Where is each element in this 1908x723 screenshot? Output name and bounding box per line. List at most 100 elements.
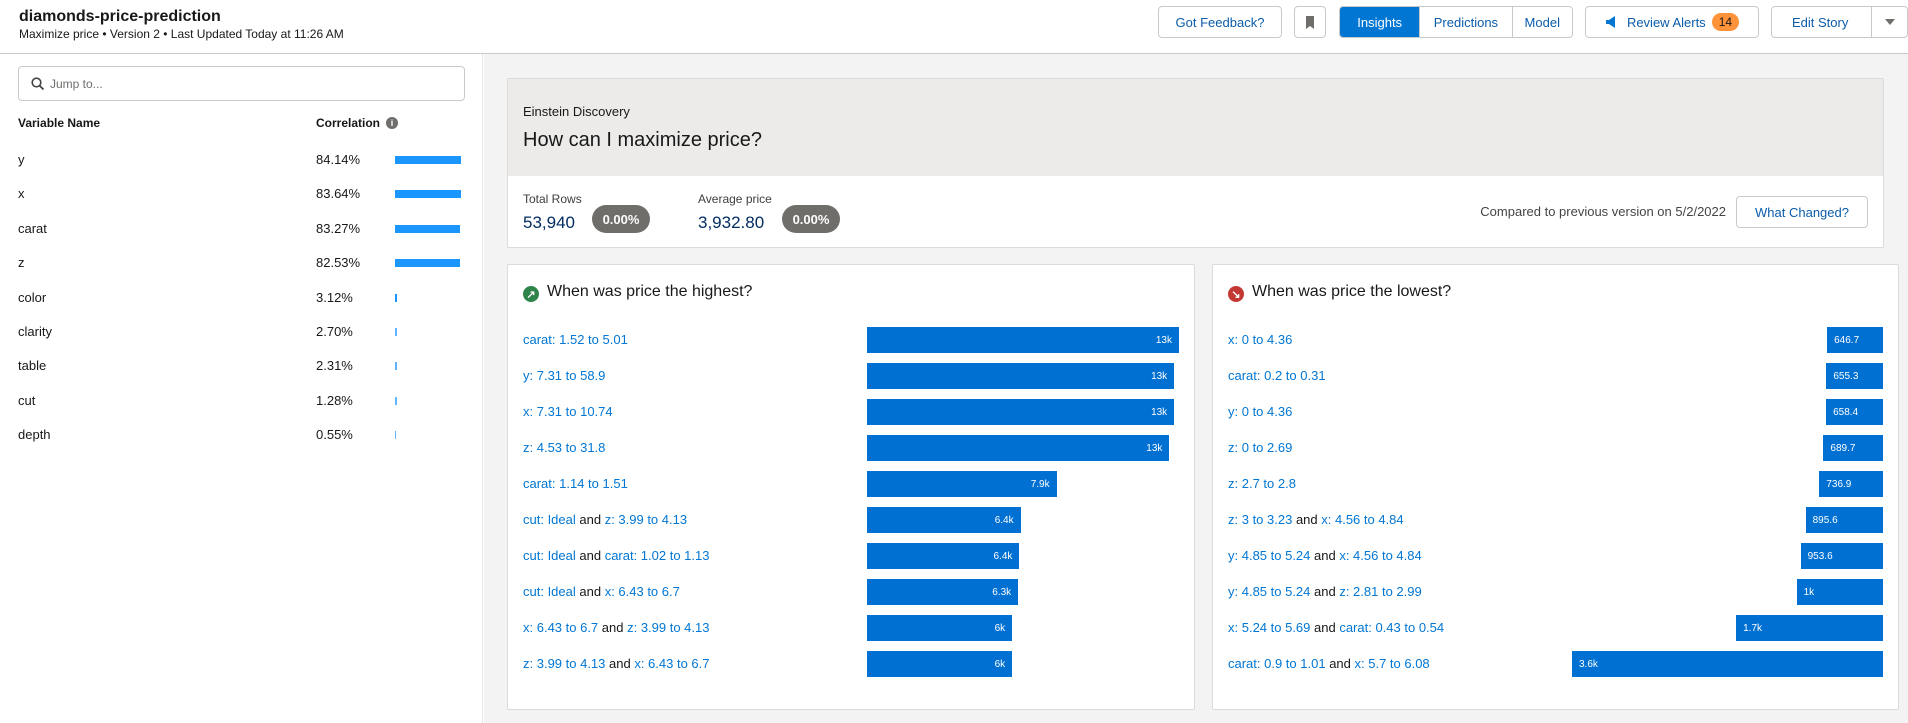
insight-condition-link[interactable]: z: 3.99 to 4.13 xyxy=(627,620,709,635)
insight-condition-link[interactable]: x: 4.56 to 4.84 xyxy=(1339,548,1421,563)
correlation-bar xyxy=(395,190,461,199)
insight-condition-link[interactable]: x: 5.7 to 6.08 xyxy=(1355,656,1430,671)
insight-condition-link[interactable]: z: 3.99 to 4.13 xyxy=(605,512,687,527)
insight-bar[interactable]: 655.3 xyxy=(1826,363,1883,389)
insight-label[interactable]: z: 3.99 to 4.13 and x: 6.43 to 6.7 xyxy=(523,656,710,671)
variable-row[interactable]: carat 83.27% xyxy=(18,219,465,239)
insight-bar-label: 658.4 xyxy=(1833,406,1859,418)
insight-bar[interactable]: 13k xyxy=(867,399,1175,425)
average-price-change-badge: 0.00% xyxy=(782,205,840,233)
insight-label[interactable]: x: 6.43 to 6.7 and z: 3.99 to 4.13 xyxy=(523,620,710,635)
insight-label[interactable]: carat: 0.2 to 0.31 xyxy=(1228,368,1326,383)
insight-bar[interactable]: 6.3k xyxy=(867,579,1019,605)
insight-label[interactable]: carat: 1.14 to 1.51 xyxy=(523,476,628,491)
insight-condition-link[interactable]: z: 3 to 3.23 xyxy=(1228,512,1292,527)
insight-bar[interactable]: 6.4k xyxy=(867,543,1020,569)
trend-up-icon: ↗ xyxy=(523,286,539,302)
variable-row[interactable]: depth 0.55% xyxy=(18,425,465,445)
insight-condition-link[interactable]: x: 7.31 to 10.74 xyxy=(523,404,613,419)
insight-label[interactable]: x: 7.31 to 10.74 xyxy=(523,404,613,419)
insight-condition-link[interactable]: carat: 1.52 to 5.01 xyxy=(523,332,628,347)
insight-condition-link[interactable]: cut: Ideal xyxy=(523,512,576,527)
bookmark-button[interactable] xyxy=(1294,6,1326,38)
insight-bar[interactable]: 1k xyxy=(1796,579,1883,605)
variable-row[interactable]: z 82.53% xyxy=(18,253,465,273)
insight-condition-link[interactable]: carat: 0.2 to 0.31 xyxy=(1228,368,1326,383)
insight-bar[interactable]: 13k xyxy=(867,435,1170,461)
insight-condition-link[interactable]: z: 0 to 2.69 xyxy=(1228,440,1292,455)
insight-condition-link[interactable]: y: 4.85 to 5.24 xyxy=(1228,584,1310,599)
insight-condition-link[interactable]: z: 4.53 to 31.8 xyxy=(523,440,605,455)
insight-label[interactable]: y: 0 to 4.36 xyxy=(1228,404,1292,419)
insight-bar[interactable]: 953.6 xyxy=(1800,543,1883,569)
insight-condition-link[interactable]: cut: Ideal xyxy=(523,548,576,563)
insight-label[interactable]: carat: 0.9 to 1.01 and x: 5.7 to 6.08 xyxy=(1228,656,1430,671)
insight-label[interactable]: y: 4.85 to 5.24 and x: 4.56 to 4.84 xyxy=(1228,548,1422,563)
insight-label[interactable]: x: 0 to 4.36 xyxy=(1228,332,1292,347)
insight-bar[interactable]: 658.4 xyxy=(1826,399,1883,425)
insight-bar-label: 6k xyxy=(994,622,1006,634)
review-alerts-button[interactable]: Review Alerts 14 xyxy=(1585,6,1759,38)
insight-bar[interactable]: 6.4k xyxy=(867,507,1021,533)
info-icon[interactable]: i xyxy=(386,117,399,129)
insight-bar-label: 6k xyxy=(994,658,1006,670)
insight-condition-link[interactable]: x: 0 to 4.36 xyxy=(1228,332,1292,347)
correlation-bar xyxy=(395,362,397,371)
insight-label[interactable]: z: 2.7 to 2.8 xyxy=(1228,476,1296,491)
insight-label[interactable]: y: 7.31 to 58.9 xyxy=(523,368,605,383)
insight-condition-link[interactable]: z: 2.81 to 2.99 xyxy=(1339,584,1421,599)
insight-bar[interactable]: 7.9k xyxy=(867,471,1057,497)
correlation-bar xyxy=(395,156,461,164)
insight-bar[interactable]: 13k xyxy=(867,363,1175,389)
variable-row[interactable]: x 83.64% xyxy=(18,184,465,204)
insight-bar[interactable]: 646.7 xyxy=(1827,327,1883,353)
insight-condition-link[interactable]: cut: Ideal xyxy=(523,584,576,599)
insight-label[interactable]: z: 4.53 to 31.8 xyxy=(523,440,605,455)
edit-story-button[interactable]: Edit Story xyxy=(1771,6,1908,38)
variable-row[interactable]: clarity 2.70% xyxy=(18,322,465,342)
insight-label[interactable]: carat: 1.52 to 5.01 xyxy=(523,332,628,347)
insight-bar[interactable]: 1.7k xyxy=(1736,615,1883,641)
insight-label[interactable]: cut: Ideal and z: 3.99 to 4.13 xyxy=(523,512,687,527)
got-feedback-button[interactable]: Got Feedback? xyxy=(1158,6,1282,38)
tab-predictions[interactable]: Predictions xyxy=(1419,7,1511,37)
insight-label[interactable]: cut: Ideal and x: 6.43 to 6.7 xyxy=(523,584,680,599)
insight-label[interactable]: z: 3 to 3.23 and x: 4.56 to 4.84 xyxy=(1228,512,1404,527)
tab-model[interactable]: Model xyxy=(1511,7,1572,37)
insight-bar[interactable]: 3.6k xyxy=(1572,651,1883,677)
insight-label[interactable]: cut: Ideal and carat: 1.02 to 1.13 xyxy=(523,548,709,563)
variable-row[interactable]: table 2.31% xyxy=(18,356,465,376)
search-input[interactable] xyxy=(50,76,450,91)
insight-bar[interactable]: 6k xyxy=(867,615,1013,641)
variable-row[interactable]: y 84.14% xyxy=(18,150,465,170)
insight-condition-link[interactable]: x: 4.56 to 4.84 xyxy=(1321,512,1403,527)
insight-label[interactable]: y: 4.85 to 5.24 and z: 2.81 to 2.99 xyxy=(1228,584,1422,599)
insight-condition-link[interactable]: x: 5.24 to 5.69 xyxy=(1228,620,1310,635)
insight-bar[interactable]: 689.7 xyxy=(1823,435,1883,461)
what-changed-button[interactable]: What Changed? xyxy=(1736,196,1868,228)
tab-insights[interactable]: Insights xyxy=(1340,7,1420,37)
insight-condition-link[interactable]: carat: 0.43 to 0.54 xyxy=(1339,620,1444,635)
insight-label[interactable]: x: 5.24 to 5.69 and carat: 0.43 to 0.54 xyxy=(1228,620,1444,635)
insight-bar[interactable]: 6k xyxy=(867,651,1013,677)
insight-condition-link[interactable]: y: 4.85 to 5.24 xyxy=(1228,548,1310,563)
insight-condition-link[interactable]: x: 6.43 to 6.7 xyxy=(605,584,680,599)
search-box[interactable] xyxy=(18,66,465,101)
insight-condition-link[interactable]: x: 6.43 to 6.7 xyxy=(634,656,709,671)
insight-condition-link[interactable]: carat: 0.9 to 1.01 xyxy=(1228,656,1326,671)
insight-condition-link[interactable]: y: 7.31 to 58.9 xyxy=(523,368,605,383)
chevron-down-icon[interactable] xyxy=(1871,7,1907,37)
insight-condition-link[interactable]: carat: 1.02 to 1.13 xyxy=(605,548,710,563)
insight-condition-link[interactable]: z: 3.99 to 4.13 xyxy=(523,656,605,671)
insight-bar[interactable]: 736.9 xyxy=(1819,471,1883,497)
insight-condition-link[interactable]: carat: 1.14 to 1.51 xyxy=(523,476,628,491)
total-rows-change-badge: 0.00% xyxy=(592,205,650,233)
insight-condition-link[interactable]: z: 2.7 to 2.8 xyxy=(1228,476,1296,491)
insight-bar[interactable]: 895.6 xyxy=(1805,507,1883,533)
insight-condition-link[interactable]: x: 6.43 to 6.7 xyxy=(523,620,598,635)
variable-row[interactable]: cut 1.28% xyxy=(18,391,465,411)
insight-condition-link[interactable]: y: 0 to 4.36 xyxy=(1228,404,1292,419)
variable-row[interactable]: color 3.12% xyxy=(18,288,465,308)
insight-bar[interactable]: 13k xyxy=(867,327,1179,353)
insight-label[interactable]: z: 0 to 2.69 xyxy=(1228,440,1292,455)
